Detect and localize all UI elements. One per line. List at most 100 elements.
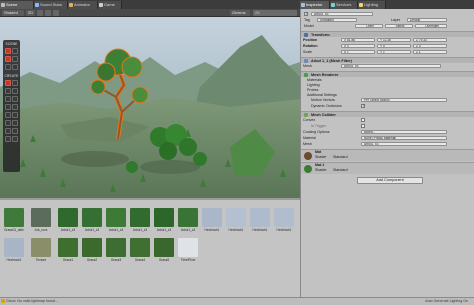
rotation-z-field[interactable]: Z 0 xyxy=(413,44,447,48)
asset-item[interactable]: TimelFlow xyxy=(178,238,198,264)
asset-item[interactable]: Hexblock1 xyxy=(274,208,294,234)
position-z-field[interactable]: Z 79.33 xyxy=(413,38,447,42)
object-name-field[interactable]: Arbol1_x3 xyxy=(311,12,373,16)
create-cylinder-icon[interactable] xyxy=(5,88,11,94)
mesh-collider-icon xyxy=(304,113,308,117)
tab-animator[interactable]: Animator xyxy=(68,1,98,9)
cooking-options-dropdown[interactable]: Mixed... xyxy=(361,130,447,134)
asset-item[interactable]: Arbol1_x3 xyxy=(106,208,126,234)
audio-toggle-icon[interactable] xyxy=(45,10,51,16)
tab-game[interactable]: Game xyxy=(98,1,122,9)
scale-z-field[interactable]: Z 1 xyxy=(413,50,447,54)
asset-item[interactable]: Grass01_albe xyxy=(4,208,24,234)
tab-sound[interactable]: Sound Stars xyxy=(34,1,68,9)
asset-item[interactable]: Arbol1_x3 xyxy=(154,208,174,234)
tab-services[interactable]: Services xyxy=(330,1,358,9)
asset-item[interactable]: Grass5 xyxy=(154,238,174,264)
asset-item[interactable]: Hexblock1 xyxy=(226,208,246,234)
tag-dropdown[interactable]: Untagged xyxy=(317,18,357,22)
scene-icon xyxy=(1,3,5,7)
create-tree-icon[interactable] xyxy=(12,104,18,110)
rotation-x-field[interactable]: X 0 xyxy=(341,44,375,48)
position-y-field[interactable]: Y 11.38 xyxy=(377,38,411,42)
cooking-options-label: Cooking Options xyxy=(303,130,330,134)
lighting-toggle-icon[interactable] xyxy=(37,10,43,16)
asset-item[interactable]: Hexblock1 xyxy=(202,208,222,234)
asset-thumbnail xyxy=(58,238,78,257)
create-terrain-icon[interactable] xyxy=(5,104,11,110)
create-plane-icon[interactable] xyxy=(12,88,18,94)
hand-tool-icon[interactable] xyxy=(5,48,11,54)
tab-inspector[interactable]: Inspector xyxy=(300,1,330,9)
motion-vectors-dropdown[interactable]: Per Object Motion xyxy=(361,98,447,102)
model-open-button[interactable]: Open xyxy=(355,24,383,28)
create-particle-icon[interactable] xyxy=(5,112,11,118)
global-icon[interactable] xyxy=(12,136,18,142)
pivot-icon[interactable] xyxy=(5,136,11,142)
model-select-button[interactable]: Select xyxy=(385,24,413,28)
create-camera-icon[interactable] xyxy=(12,96,18,102)
tab-scene[interactable]: Scene xyxy=(0,1,34,9)
position-x-field[interactable]: X 81.86 xyxy=(341,38,375,42)
collider-mesh-label: Mesh xyxy=(303,142,312,146)
shading-mode-dropdown[interactable]: Shaded xyxy=(2,10,24,16)
asset-item[interactable]: Grass1 xyxy=(58,238,78,264)
status-message[interactable]: Cloud: No valid lightmap found... xyxy=(6,298,58,305)
mesh-renderer-header[interactable]: Mesh Renderer xyxy=(301,71,474,77)
move-tool-icon[interactable] xyxy=(12,48,18,54)
scale-y-field[interactable]: Y 1 xyxy=(377,50,411,54)
scene-viewport[interactable]: SCENE CREATE xyxy=(0,17,300,198)
asset-item[interactable]: Hexblock1 xyxy=(4,238,24,264)
model-overrides-dropdown[interactable]: Overrides xyxy=(415,24,447,28)
material-block-2[interactable]: Mat.1 Shader Standard xyxy=(301,162,474,174)
asset-item[interactable]: Arb_rock xyxy=(31,208,51,234)
asset-item[interactable]: Arbol1_x3 xyxy=(58,208,78,234)
material-block-1[interactable]: Mat Shader Standard xyxy=(301,149,474,161)
asset-item[interactable]: Grass4 xyxy=(130,238,150,264)
mesh-filter-mesh-field[interactable]: Arbol1_x3 xyxy=(341,64,441,68)
asset-item[interactable]: Arbol1_x3 xyxy=(82,208,102,234)
effects-toggle-icon[interactable] xyxy=(53,10,59,16)
layer-dropdown[interactable]: Default xyxy=(407,18,447,22)
create-sphere-icon[interactable] xyxy=(12,80,18,86)
rotate-tool-icon[interactable] xyxy=(5,56,11,62)
rotation-y-field[interactable]: Y 0 xyxy=(377,44,411,48)
asset-item[interactable]: Texture xyxy=(31,238,51,264)
create-empty-icon[interactable] xyxy=(12,120,18,126)
snap-icon[interactable] xyxy=(5,128,11,134)
collider-material-field[interactable]: None (Physic Material) xyxy=(361,136,447,140)
convex-checkbox[interactable] xyxy=(361,118,365,122)
is-trigger-checkbox[interactable] xyxy=(361,124,365,128)
grid-icon[interactable] xyxy=(12,128,18,134)
asset-item[interactable]: Grass3 xyxy=(106,238,126,264)
material-shader-value[interactable]: Standard xyxy=(333,168,363,173)
asset-item[interactable]: Arbol1_x3 xyxy=(130,208,150,234)
object-active-checkbox[interactable] xyxy=(304,12,308,16)
transform-tool-icon[interactable] xyxy=(12,64,18,70)
scale-tool-icon[interactable] xyxy=(12,56,18,62)
asset-item[interactable]: Grass2 xyxy=(82,238,102,264)
transform-header[interactable]: Transform xyxy=(301,31,474,37)
material-shader-value[interactable]: Standard xyxy=(333,155,363,160)
collider-mesh-field[interactable]: Arbol1_x3 xyxy=(361,142,447,146)
mesh-collider-header[interactable]: Mesh Collider xyxy=(301,111,474,117)
tab-lighting[interactable]: Lighting xyxy=(358,1,386,9)
scale-x-field[interactable]: X 1 xyxy=(341,50,375,54)
create-light-icon[interactable] xyxy=(5,96,11,102)
dynamic-occlusion-checkbox[interactable] xyxy=(361,104,365,108)
create-cube-icon[interactable] xyxy=(5,80,11,86)
rect-tool-icon[interactable] xyxy=(5,64,11,70)
motion-vectors-label: Motion Vectors xyxy=(311,98,335,102)
asset-item[interactable]: Arbol1_x3 xyxy=(178,208,198,234)
model-label: Model xyxy=(304,24,314,28)
add-component-button[interactable]: Add Component xyxy=(357,177,423,184)
create-audio-icon[interactable] xyxy=(12,112,18,118)
toggle-2d-button[interactable]: 2D xyxy=(26,10,35,16)
tag-label: Tag xyxy=(304,18,310,22)
create-ui-icon[interactable] xyxy=(5,120,11,126)
asset-item[interactable]: Hexblock1 xyxy=(250,208,270,234)
scene-search-input[interactable]: All xyxy=(253,10,297,16)
overlay-scene-label: SCENE xyxy=(5,42,18,46)
mesh-filter-header[interactable]: Arbol 1_1 (Mesh Filter) xyxy=(301,57,474,63)
gizmos-dropdown[interactable]: Gizmos xyxy=(230,10,250,16)
